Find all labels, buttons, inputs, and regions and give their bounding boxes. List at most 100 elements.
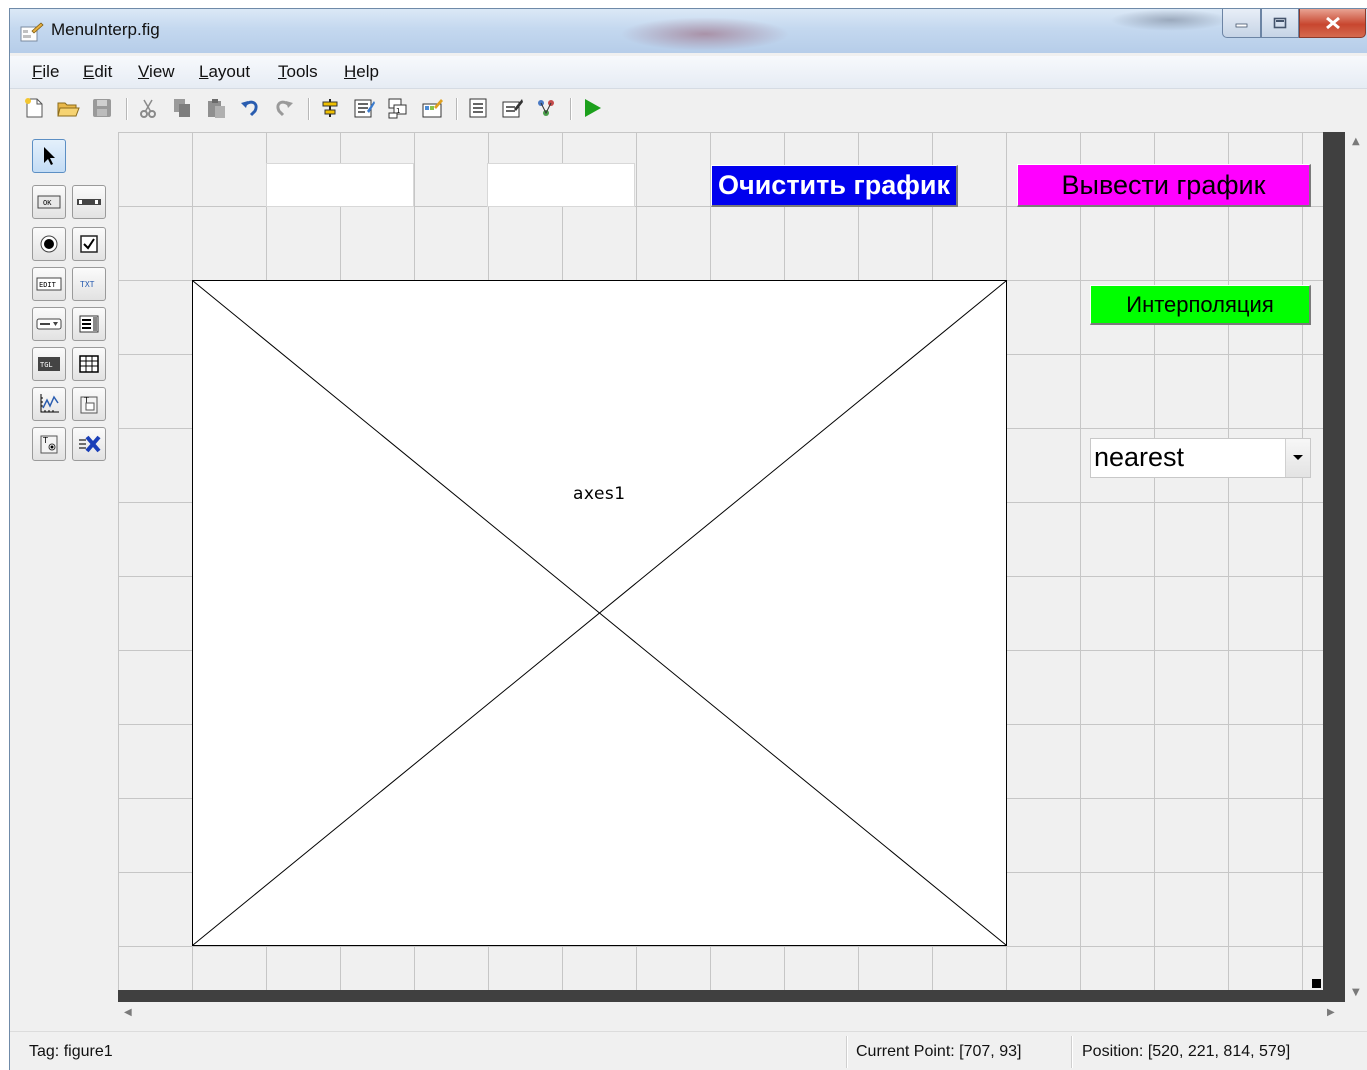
- button-group-icon: T: [40, 435, 58, 454]
- button-group-tool[interactable]: T: [32, 427, 66, 461]
- copy-button[interactable]: [170, 96, 194, 120]
- close-icon: [1325, 16, 1340, 30]
- menu-file[interactable]: File: [32, 62, 59, 82]
- axes-cross-lines: [193, 281, 1006, 945]
- axes-tool[interactable]: [32, 387, 66, 421]
- menu-edit[interactable]: Edit: [83, 62, 112, 82]
- maximize-button[interactable]: [1261, 9, 1299, 38]
- slider-tool[interactable]: [72, 185, 106, 219]
- popup-menu-icon: [36, 318, 62, 330]
- clear-plot-button[interactable]: Очистить график: [711, 165, 958, 207]
- toolbar: 1: [10, 89, 1367, 129]
- paste-icon: [208, 99, 225, 118]
- svg-text:EDIT: EDIT: [39, 281, 57, 289]
- scroll-up-icon[interactable]: ▲: [1352, 136, 1360, 147]
- listbox-icon: [79, 315, 99, 333]
- listbox-tool[interactable]: [72, 307, 106, 341]
- toolbar-editor-icon: [422, 99, 443, 118]
- align-objects-icon: [322, 99, 338, 117]
- edit-text-icon: EDIT: [36, 277, 62, 291]
- new-file-button[interactable]: [22, 96, 46, 120]
- align-objects-button[interactable]: [318, 96, 342, 120]
- scroll-down-icon[interactable]: ▼: [1352, 987, 1360, 998]
- open-button[interactable]: [56, 96, 80, 120]
- menu-layout[interactable]: Layout: [199, 62, 250, 82]
- edit-text-1[interactable]: [266, 163, 414, 207]
- interpolation-button[interactable]: Интерполяция: [1090, 285, 1311, 325]
- paste-button[interactable]: [204, 96, 228, 120]
- axes-placeholder[interactable]: axes1: [192, 280, 1007, 946]
- save-button[interactable]: [90, 96, 114, 120]
- tab-order-editor-icon: 1: [388, 98, 407, 119]
- table-tool[interactable]: [72, 347, 106, 381]
- run-figure-button[interactable]: [580, 96, 604, 120]
- maximize-icon: [1273, 17, 1287, 29]
- menu-editor-icon: [354, 99, 375, 118]
- redo-button[interactable]: [272, 96, 296, 120]
- chevron-down-icon: [1293, 455, 1303, 460]
- svg-text:OK: OK: [43, 199, 52, 207]
- activex-control-tool[interactable]: [72, 427, 106, 461]
- popup-dropdown-button[interactable]: [1285, 439, 1310, 477]
- edit-text-tool[interactable]: EDIT: [32, 267, 66, 301]
- property-inspector-icon: [502, 99, 523, 118]
- radio-button-icon: [40, 235, 58, 253]
- object-browser-button[interactable]: [534, 96, 558, 120]
- panel-tool[interactable]: T: [72, 387, 106, 421]
- popup-menu-tool[interactable]: [32, 307, 66, 341]
- menu-help[interactable]: Help: [344, 62, 379, 82]
- select-tool[interactable]: [32, 139, 66, 173]
- plot-button[interactable]: Вывести график: [1017, 164, 1311, 207]
- undo-icon: [241, 100, 258, 117]
- radio-button-tool[interactable]: [32, 227, 66, 261]
- tab-order-editor-button[interactable]: 1: [386, 96, 410, 120]
- menu-bar: File Edit View Layout Tools Help: [10, 56, 1367, 89]
- toolbar-editor-button[interactable]: [420, 96, 444, 120]
- minimize-button[interactable]: [1222, 9, 1261, 38]
- popup-selected-value: nearest: [1094, 442, 1185, 472]
- redo-icon: [276, 100, 293, 117]
- horizontal-scrollbar[interactable]: ◀ ▶: [118, 1003, 1345, 1023]
- axes-icon: [40, 394, 59, 413]
- menu-editor-button[interactable]: [352, 96, 376, 120]
- new-file-icon: [25, 98, 43, 118]
- vertical-scrollbar[interactable]: ▲ ▼: [1346, 132, 1367, 1002]
- minimize-icon: [1235, 23, 1247, 28]
- table-icon: [79, 355, 99, 373]
- activex-control-icon: [79, 435, 101, 453]
- editor-button[interactable]: [466, 96, 490, 120]
- slider-icon: [77, 199, 101, 205]
- svg-text:T: T: [42, 436, 48, 445]
- property-inspector-button[interactable]: [500, 96, 524, 120]
- menu-view[interactable]: View: [138, 62, 175, 82]
- svg-text:TXT: TXT: [80, 280, 95, 289]
- scroll-right-icon[interactable]: ▶: [1327, 1007, 1335, 1018]
- canvas-resize-handle[interactable]: [1312, 979, 1321, 988]
- axes-tag-label: axes1: [573, 484, 626, 504]
- layout-canvas[interactable]: Очистить график Вывести график Интерполя…: [118, 132, 1323, 992]
- object-browser-icon: [538, 100, 554, 116]
- toggle-button-icon: TGL: [38, 357, 60, 371]
- svg-text:TGL: TGL: [40, 361, 53, 369]
- interp-method-popup[interactable]: nearest: [1090, 438, 1311, 478]
- status-current-point: Current Point: [707, 93]: [856, 1043, 1022, 1060]
- cut-button[interactable]: [136, 96, 160, 120]
- menu-tools[interactable]: Tools: [278, 62, 318, 82]
- close-button[interactable]: [1299, 9, 1366, 38]
- undo-button[interactable]: [238, 96, 262, 120]
- static-text-icon: TXT: [80, 280, 95, 289]
- push-button-icon: OK: [37, 195, 61, 209]
- edit-text-2[interactable]: [487, 163, 635, 207]
- canvas-right-edge: [1323, 132, 1345, 1002]
- checkbox-tool[interactable]: [72, 227, 106, 261]
- static-text-tool[interactable]: TXT: [72, 267, 106, 301]
- scroll-left-icon[interactable]: ◀: [124, 1007, 132, 1018]
- canvas-bottom-edge: [118, 990, 1345, 1002]
- toggle-button-tool[interactable]: TGL: [32, 347, 66, 381]
- guide-app-icon: [20, 22, 44, 42]
- window-title: MenuInterp.fig: [51, 20, 160, 39]
- push-button-tool[interactable]: OK: [32, 185, 66, 219]
- cut-icon: [140, 99, 156, 118]
- open-folder-icon: [57, 102, 80, 117]
- save-icon: [93, 99, 111, 117]
